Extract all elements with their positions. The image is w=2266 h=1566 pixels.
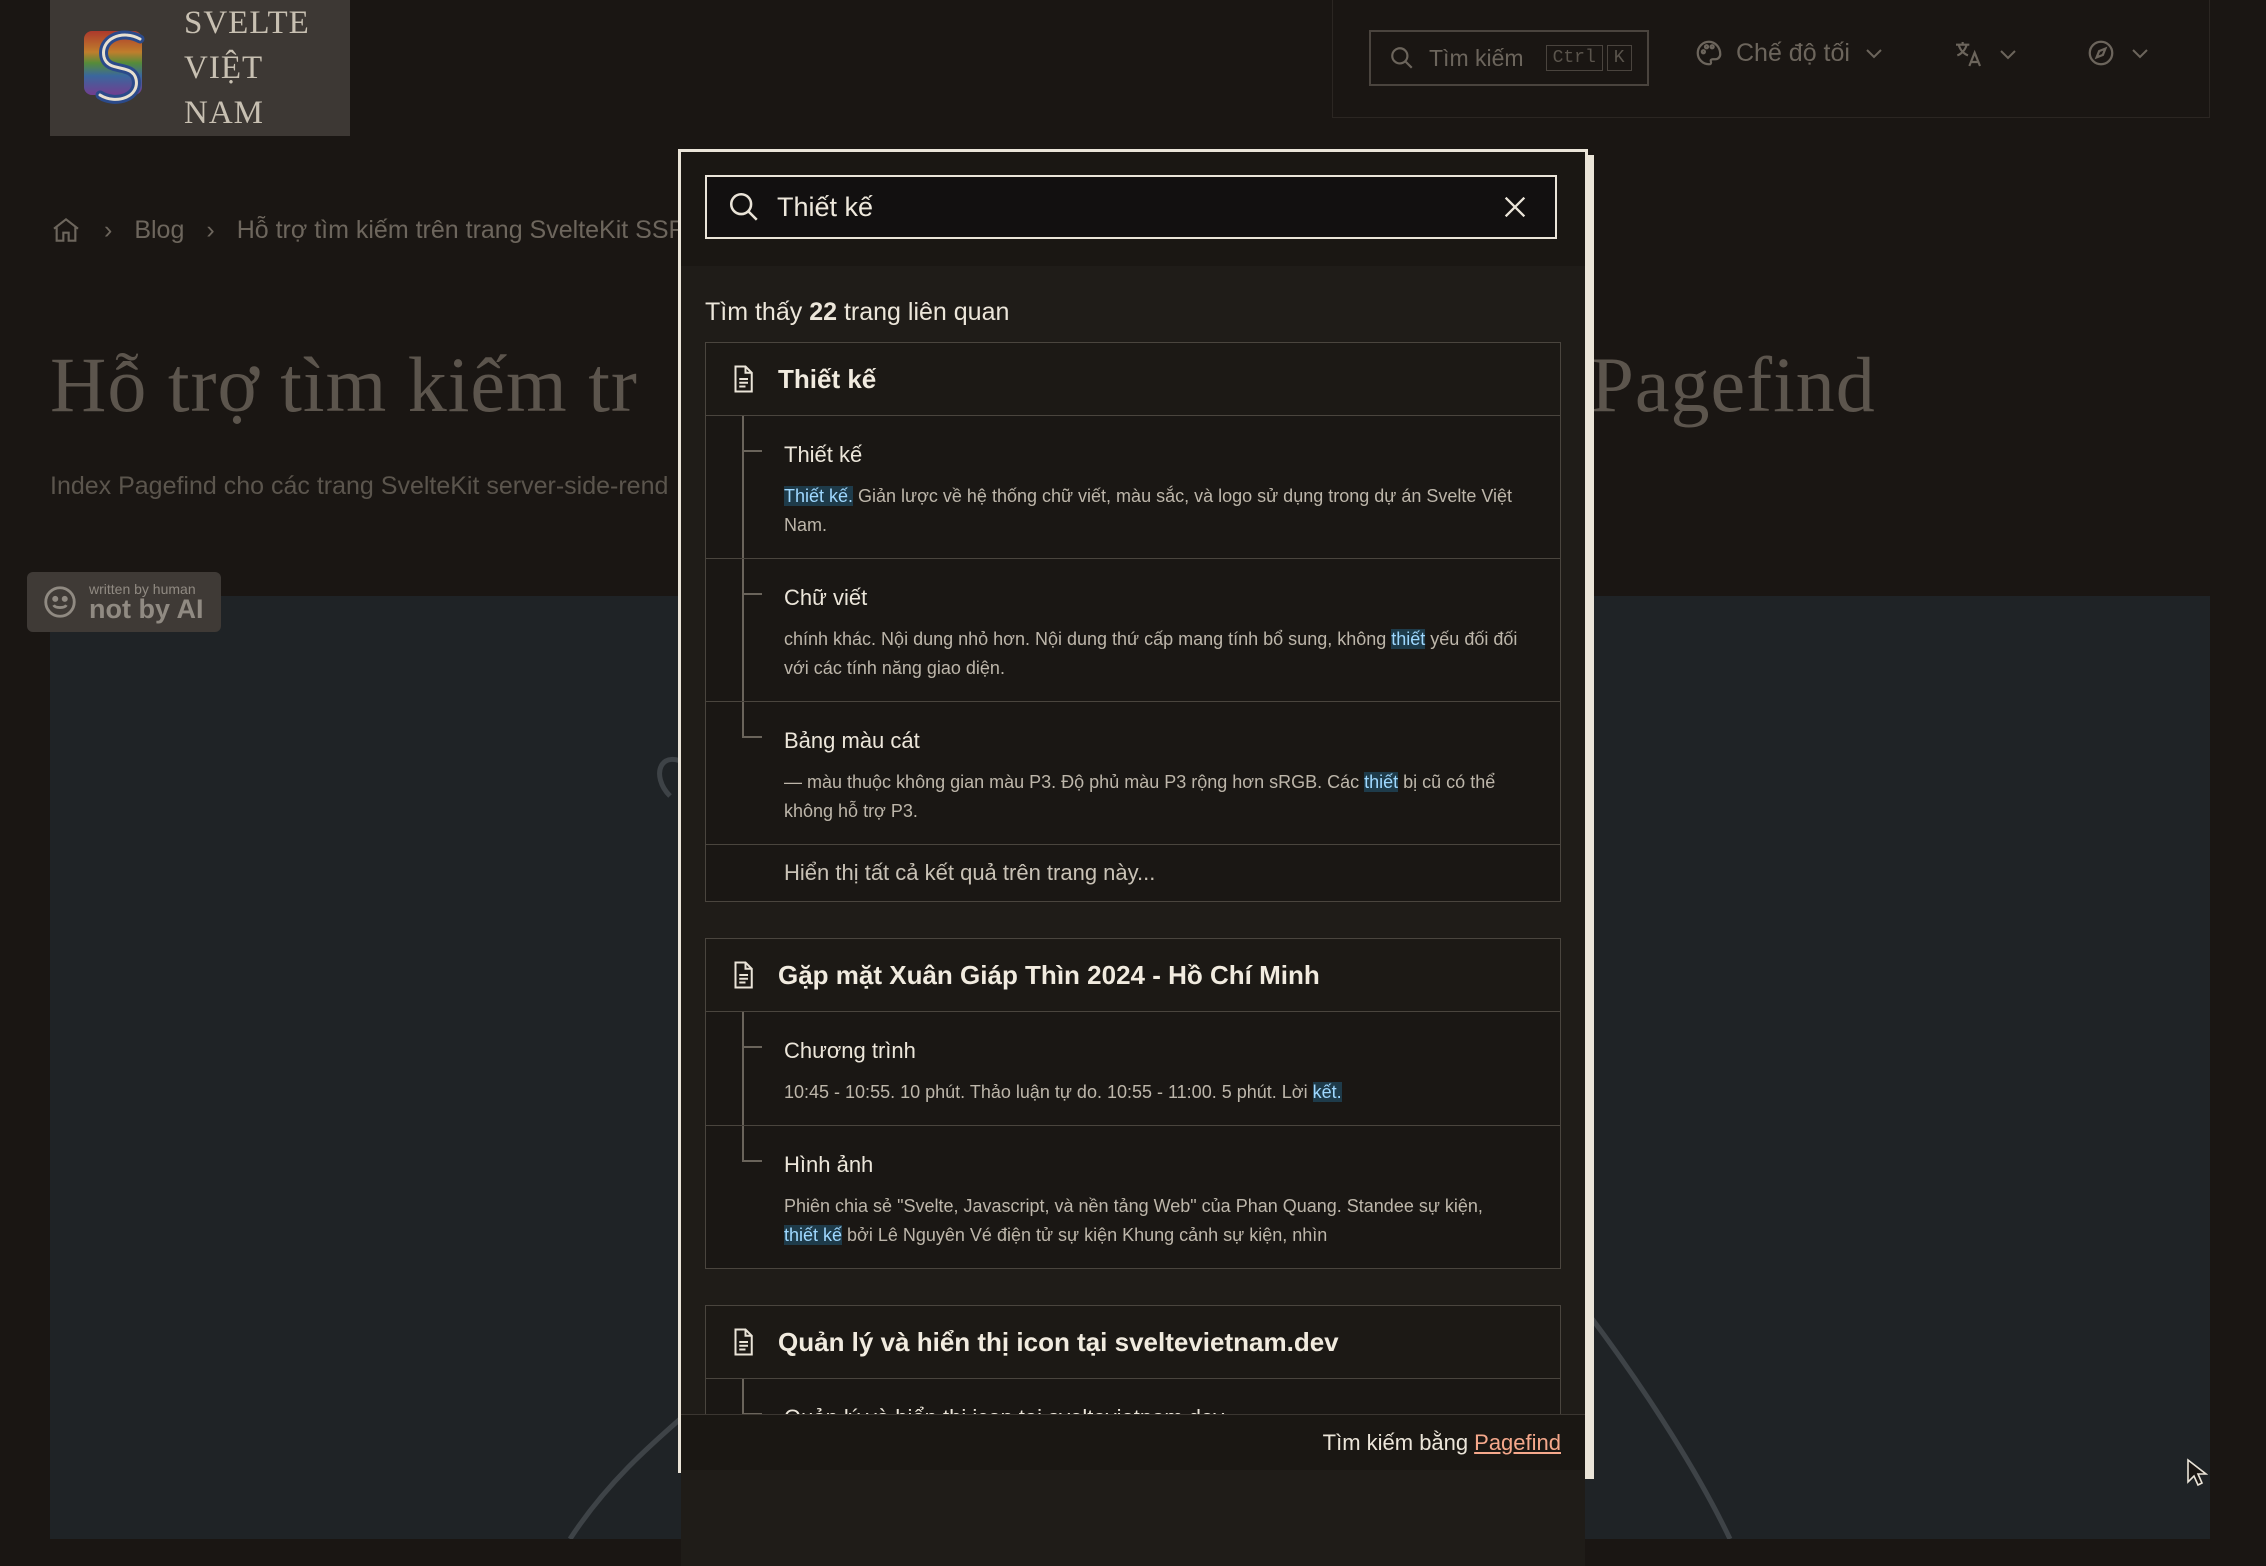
page-title-left: Hỗ trợ tìm kiếm tr xyxy=(50,341,638,428)
chevron-down-icon xyxy=(2132,49,2148,59)
search-input[interactable] xyxy=(775,190,1495,224)
footer-text: Tìm kiếm bằng xyxy=(1322,1429,1469,1455)
logo-line-2: VIỆT NAM xyxy=(184,49,265,131)
result-sub-title: Hình ảnh xyxy=(784,1152,874,1177)
search-dialog-header xyxy=(681,152,1585,267)
home-icon[interactable] xyxy=(50,214,82,246)
pagefind-link[interactable]: Pagefind xyxy=(1474,1430,1561,1456)
translate-icon xyxy=(1956,42,1981,67)
result-sub-title: Chương trình xyxy=(784,1038,916,1063)
clear-search-button[interactable] xyxy=(1495,187,1535,227)
result-excerpt: Phiên chia sẻ "Svelte, Javascript, và nề… xyxy=(784,1196,1483,1245)
result-sub-title: Chữ viết xyxy=(784,585,868,610)
language-menu[interactable] xyxy=(1952,38,2020,70)
tree-tick xyxy=(742,736,762,738)
badge-big-text: not by AI xyxy=(89,594,204,624)
smiley-icon xyxy=(44,586,76,618)
search-field xyxy=(705,175,1557,239)
result-page-title: Gặp mặt Xuân Giáp Thìn 2024 - Hồ Chí Min… xyxy=(778,959,1320,990)
breadcrumb-current: Hỗ trợ tìm kiếm trên trang SvelteKit SSR xyxy=(236,215,687,244)
search-button-label: Tìm kiếm xyxy=(1429,44,1524,71)
result-sub-title: Bảng màu cát xyxy=(784,728,920,753)
document-icon xyxy=(734,1328,753,1356)
palette-icon xyxy=(1696,40,1722,66)
page-subtitle: Index Pagefind cho các trang SvelteKit s… xyxy=(50,472,669,500)
search-dialog: Tìm thấy 22 trang liên quan Thiết kế Thi… xyxy=(678,149,1588,1566)
result-sub-item[interactable]: Bảng màu cát — màu thuộc không gian màu … xyxy=(706,702,1560,845)
search-button[interactable]: Tìm kiếm Ctrl K xyxy=(1369,30,1649,86)
tree-line xyxy=(742,559,744,701)
result-excerpt: chính khác. Nội dung nhỏ hơn. Nội dung t… xyxy=(784,629,1518,678)
compass-icon xyxy=(2088,40,2114,66)
result-sub-item[interactable]: Chương trình 10:45 - 10:55. 10 phút. Thả… xyxy=(706,1012,1560,1126)
explore-menu[interactable] xyxy=(2086,38,2152,68)
theme-label: Chế độ tối xyxy=(1736,38,1850,67)
result-excerpt: Thiết kế. Giản lược về hệ thống chữ viết… xyxy=(784,486,1513,535)
show-all-results-button[interactable]: Hiển thị tất cả kết quả trên trang này..… xyxy=(706,845,1560,901)
tree-line xyxy=(742,416,744,558)
breadcrumb: › Blog › Hỗ trợ tìm kiếm trên trang Svel… xyxy=(50,214,687,246)
result-page-link[interactable]: Quản lý và hiển thị icon tại sveltevietn… xyxy=(706,1306,1560,1379)
result-group: Thiết kế Thiết kế Thiết kế. Giản lược về… xyxy=(705,342,1561,902)
tree-tick xyxy=(742,1160,762,1162)
result-sub-item[interactable]: Hình ảnh Phiên chia sẻ "Svelte, Javascri… xyxy=(706,1126,1560,1268)
chevron-right-icon: › xyxy=(206,215,215,244)
theme-toggle[interactable]: Chế độ tối xyxy=(1694,38,1886,68)
search-icon xyxy=(1391,47,1413,69)
logo-line-1: SVELTE xyxy=(184,4,310,41)
document-icon xyxy=(734,365,753,393)
page-title: Hỗ trợ tìm kiếm tr g Pagefind xyxy=(50,340,1875,430)
result-sub-title: Thiết kế xyxy=(784,442,863,467)
result-excerpt: 10:45 - 10:55. 10 phút. Thảo luận tự do.… xyxy=(784,1082,1342,1102)
tree-line xyxy=(742,1012,744,1125)
result-page-link[interactable]: Gặp mặt Xuân Giáp Thìn 2024 - Hồ Chí Min… xyxy=(706,939,1560,1012)
match-highlight: thiết xyxy=(1364,772,1399,792)
svelte-logo-icon xyxy=(82,27,158,109)
tree-line xyxy=(742,702,744,738)
chevron-down-icon xyxy=(1866,49,1882,59)
match-highlight: thiết kế xyxy=(784,1225,843,1245)
result-sub-item[interactable]: Chữ viết chính khác. Nội dung nhỏ hơn. N… xyxy=(706,559,1560,702)
result-page-title: Thiết kế xyxy=(778,363,877,394)
match-highlight: thiết xyxy=(1391,629,1426,649)
results-count: Tìm thấy 22 trang liên quan xyxy=(705,298,1010,326)
site-logo[interactable]: SVELTE VIỆT NAM xyxy=(50,0,350,136)
search-shortcut: Ctrl K xyxy=(1545,45,1632,71)
match-highlight: kết. xyxy=(1312,1082,1342,1102)
kbd-k: K xyxy=(1606,45,1632,71)
close-icon xyxy=(1504,196,1526,218)
mouse-cursor-icon xyxy=(2187,1458,2208,1487)
result-group: Gặp mặt Xuân Giáp Thìn 2024 - Hồ Chí Min… xyxy=(705,938,1561,1269)
kbd-ctrl: Ctrl xyxy=(1545,45,1603,71)
result-page-link[interactable]: Thiết kế xyxy=(706,343,1560,416)
result-excerpt: — màu thuộc không gian màu P3. Độ phủ mà… xyxy=(784,772,1496,821)
result-page-title: Quản lý và hiển thị icon tại sveltevietn… xyxy=(778,1326,1339,1357)
tree-line xyxy=(742,1126,744,1162)
search-results[interactable]: Tìm thấy 22 trang liên quan Thiết kế Thi… xyxy=(681,266,1585,1566)
not-by-ai-badge[interactable]: written by human not by AI xyxy=(27,572,221,632)
tree-tick xyxy=(742,593,762,595)
tree-tick xyxy=(742,450,762,452)
match-highlight: Thiết kế. xyxy=(784,486,854,506)
result-sub-item[interactable]: Thiết kế Thiết kế. Giản lược về hệ thống… xyxy=(706,416,1560,559)
chevron-down-icon xyxy=(2000,50,2016,60)
search-dialog-footer: Tìm kiếm bằng Pagefind xyxy=(681,1414,1585,1470)
tree-tick xyxy=(742,1046,762,1048)
chevron-right-icon: › xyxy=(104,215,113,244)
results-count-number: 22 xyxy=(809,298,838,326)
breadcrumb-blog[interactable]: Blog xyxy=(134,216,184,245)
search-icon xyxy=(729,192,758,221)
document-icon xyxy=(734,961,753,989)
